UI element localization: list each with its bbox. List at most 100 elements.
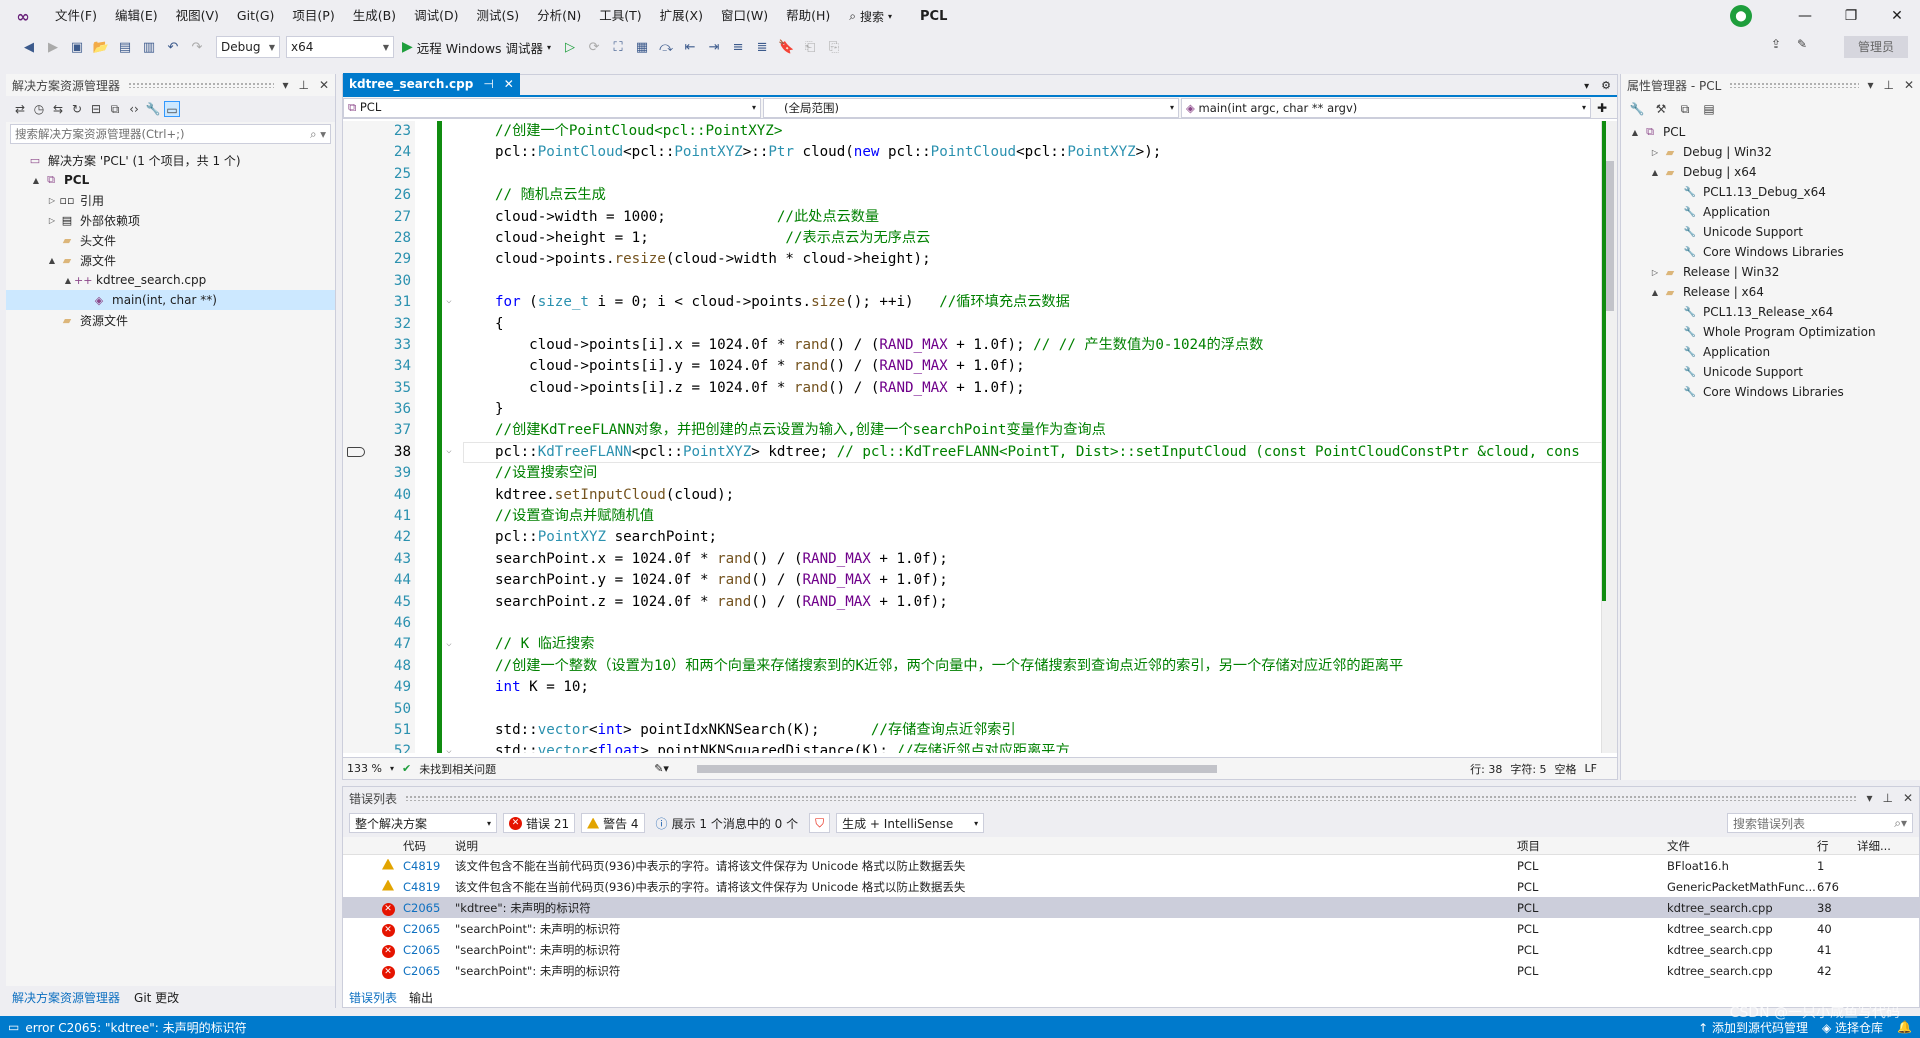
- drag-grip[interactable]: [1729, 82, 1860, 88]
- error-code[interactable]: C2065: [403, 901, 455, 915]
- forward-icon[interactable]: ▶: [42, 36, 64, 58]
- view-code-icon[interactable]: ‹›: [126, 101, 142, 117]
- tree-item[interactable]: ▲ ⧉ PCL: [6, 170, 335, 190]
- code-line[interactable]: cloud->points.resize(cloud->width * clou…: [495, 249, 1580, 270]
- menu-item[interactable]: 工具(T): [590, 0, 650, 32]
- code-line[interactable]: // 随机点云生成: [495, 185, 1580, 206]
- expand-toggle-icon[interactable]: ▷: [46, 196, 58, 205]
- bookmark-icon[interactable]: 🔖: [775, 36, 797, 58]
- nav-project-dropdown[interactable]: ⧉ PCL ▾: [343, 97, 761, 118]
- code-area[interactable]: 23 24 25 26 27 28 29 30 31 32 33 34 35 36 37 38 39 40 41 42…: [343, 121, 1617, 753]
- close-icon[interactable]: ✕: [1874, 8, 1920, 24]
- column-file[interactable]: 文件: [1667, 838, 1817, 854]
- start-without-debugging-icon[interactable]: ▷: [559, 36, 581, 58]
- menu-item[interactable]: 文件(F): [46, 0, 106, 32]
- global-search-button[interactable]: ⌕ 搜索 ▾: [839, 8, 902, 25]
- layout-icon[interactable]: ▦: [631, 36, 653, 58]
- code-line[interactable]: //创建一个PointCloud<pcl::PointXYZ>: [495, 121, 1580, 142]
- solution-bottom-tab[interactable]: Git 更改: [134, 989, 179, 1006]
- pin-icon[interactable]: ⊣: [483, 77, 493, 91]
- tree-item[interactable]: 🔧 Application: [1621, 342, 1920, 362]
- error-bottom-tab[interactable]: 输出: [409, 989, 433, 1006]
- error-row[interactable]: ✕ C2065 "kdtree": 未声明的标识符 PCL kdtree_search.…: [343, 897, 1919, 918]
- column-description[interactable]: 说明: [455, 838, 1517, 854]
- menu-item[interactable]: 窗口(W): [712, 0, 777, 32]
- issues-status[interactable]: 未找到相关问题: [419, 761, 496, 777]
- tree-item[interactable]: ▰ 资源文件: [6, 310, 335, 330]
- solution-search-input[interactable]: 搜索解决方案资源管理器(Ctrl+;) ⌕ ▾: [10, 124, 331, 144]
- expand-toggle-icon[interactable]: ▷: [1649, 148, 1661, 157]
- code-line[interactable]: // K 临近搜索: [495, 634, 1580, 655]
- tree-item[interactable]: 🔧 PCL1.13_Debug_x64: [1621, 182, 1920, 202]
- menu-item[interactable]: 扩展(X): [651, 0, 712, 32]
- error-code[interactable]: C4819: [403, 880, 455, 894]
- chevron-down-icon[interactable]: ▾: [1578, 81, 1595, 95]
- step-icon[interactable]: ⤼: [655, 36, 677, 58]
- code-line[interactable]: cloud->points[i].y = 1024.0f * rand() / …: [495, 356, 1580, 377]
- menu-item[interactable]: 生成(B): [344, 0, 405, 32]
- scope-dropdown[interactable]: 整个解决方案 ▾: [349, 813, 497, 833]
- platform-dropdown[interactable]: x64 ▼: [286, 36, 394, 58]
- messages-filter-button[interactable]: ⓘ 展示 1 个消息中的 0 个: [651, 813, 804, 833]
- code-line[interactable]: std::vector<int> pointIdxNKNSearch(K); /…: [495, 720, 1580, 741]
- column-line[interactable]: 行: [1817, 838, 1857, 854]
- code-line[interactable]: searchPoint.z = 1024.0f * rand() / (RAND…: [495, 592, 1580, 613]
- expand-toggle-icon[interactable]: ▲: [1649, 168, 1661, 177]
- menu-item[interactable]: Git(G): [228, 0, 284, 32]
- tree-item[interactable]: ▰ 头文件: [6, 230, 335, 250]
- error-row[interactable]: ✕ C2065 "searchPoint": 未声明的标识符 PCL kdtree_se…: [343, 939, 1919, 960]
- error-code[interactable]: C4819: [403, 859, 455, 873]
- code-line[interactable]: {: [495, 314, 1580, 335]
- outdent-icon[interactable]: ⇤: [679, 36, 701, 58]
- error-row[interactable]: ✕ C2065 "searchPoint": 未声明的标识符 PCL kdtree_se…: [343, 918, 1919, 939]
- error-row[interactable]: ✕ C2065 "searchPoint": 未声明的标识符 PCL kdtree_se…: [343, 960, 1919, 981]
- avatar[interactable]: ⬤: [1730, 5, 1752, 27]
- drag-grip[interactable]: [128, 82, 275, 88]
- fold-toggle-icon[interactable]: ⌵: [443, 296, 455, 306]
- close-icon[interactable]: ✕: [319, 78, 329, 92]
- line-ending[interactable]: LF: [1585, 762, 1597, 775]
- tree-item[interactable]: ▲ ▰ 源文件: [6, 250, 335, 270]
- menu-item[interactable]: 编辑(E): [106, 0, 167, 32]
- fold-toggle-icon[interactable]: ⌵: [443, 746, 455, 753]
- error-code[interactable]: C2065: [403, 943, 455, 957]
- chevron-down-icon[interactable]: ▾: [282, 78, 288, 92]
- column-detail[interactable]: 详细...: [1857, 838, 1917, 854]
- notification-bell-icon[interactable]: 🔔: [1897, 1020, 1912, 1034]
- split-icon[interactable]: ✚: [1593, 101, 1611, 115]
- column-code[interactable]: 代码: [403, 838, 455, 854]
- add-property-sheet-icon[interactable]: ⚒: [1653, 101, 1669, 117]
- save-icon[interactable]: ▤: [114, 36, 136, 58]
- error-code[interactable]: C2065: [403, 964, 455, 978]
- error-row[interactable]: C4819 该文件包含不能在当前代码页(936)中表示的字符。请将该文件保存为 U…: [343, 855, 1919, 876]
- bookmark-next-icon[interactable]: ⎘: [823, 36, 845, 58]
- tree-item[interactable]: ▭ 解决方案 'PCL' (1 个项目，共 1 个): [6, 150, 335, 170]
- filter-toggle-button[interactable]: ⛉: [809, 813, 831, 833]
- expand-toggle-icon[interactable]: ▲: [46, 256, 58, 265]
- tree-item[interactable]: 🔧 PCL1.13_Release_x64: [1621, 302, 1920, 322]
- tree-item[interactable]: 🔧 Core Windows Libraries: [1621, 242, 1920, 262]
- show-all-files-icon[interactable]: ⧉: [107, 101, 123, 117]
- tree-item[interactable]: ▷ ▰ Release | Win32: [1621, 262, 1920, 282]
- history-icon[interactable]: ◷: [31, 101, 47, 117]
- tree-item[interactable]: ▲ ⧉ PCL: [1621, 122, 1920, 142]
- code-line[interactable]: cloud->height = 1; //表示点云为无序点云: [495, 228, 1580, 249]
- switch-views-icon[interactable]: ⇄: [12, 101, 28, 117]
- indent-mode[interactable]: 空格: [1555, 761, 1577, 777]
- tree-item[interactable]: ▷ ▫▫ 引用: [6, 190, 335, 210]
- browse-icon[interactable]: ⛶: [607, 36, 629, 58]
- bookmark-prev-icon[interactable]: ⎗: [799, 36, 821, 58]
- refresh-icon[interactable]: ↻: [69, 101, 85, 117]
- open-file-icon[interactable]: 📂: [90, 36, 112, 58]
- code-line[interactable]: pcl::KdTreeFLANN<pcl::PointXYZ> kdtree; …: [495, 442, 1580, 463]
- code-line[interactable]: pcl::PointCloud<pcl::PointXYZ>::Ptr clou…: [495, 142, 1580, 163]
- tree-item[interactable]: 🔧 Unicode Support: [1621, 222, 1920, 242]
- code-line[interactable]: pcl::PointXYZ searchPoint;: [495, 527, 1580, 548]
- vertical-scrollbar[interactable]: [1601, 121, 1617, 753]
- sync-icon[interactable]: ⇆: [50, 101, 66, 117]
- menu-item[interactable]: 帮助(H): [777, 0, 839, 32]
- pin-icon[interactable]: ⊥: [1882, 791, 1892, 805]
- error-code[interactable]: C2065: [403, 922, 455, 936]
- fold-toggle-icon[interactable]: ⌵: [443, 446, 455, 456]
- code-line[interactable]: cloud->points[i].x = 1024.0f * rand() / …: [495, 335, 1580, 356]
